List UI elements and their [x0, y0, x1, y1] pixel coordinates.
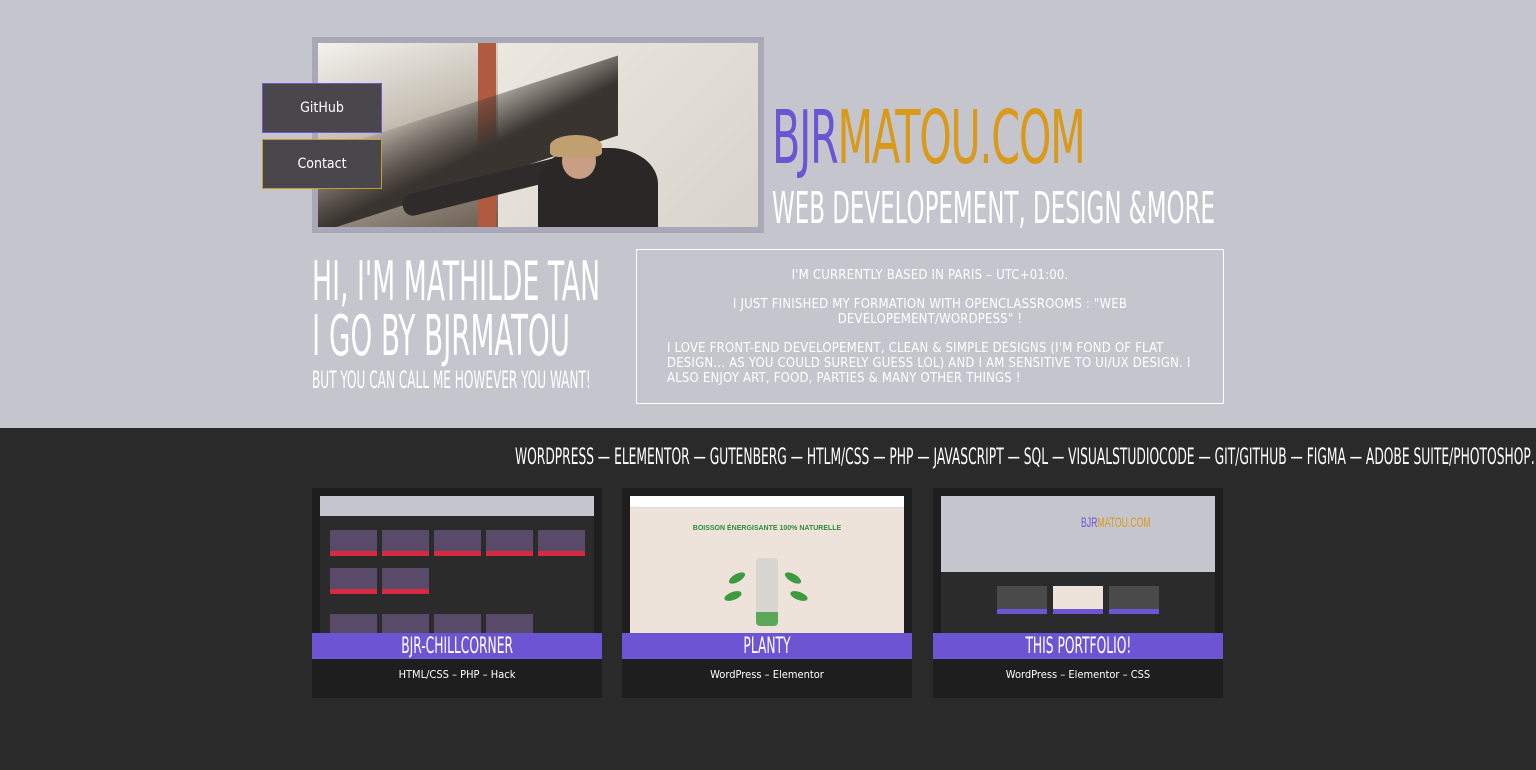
project-card-planty[interactable]: BOISSON ÉNERGISANTE 100% NATURELLE PLANT… [622, 488, 912, 698]
project-title-bar: THIS PORTFOLIO! [933, 633, 1223, 659]
project-tech: WordPress – Elementor – CSS [1005, 668, 1151, 681]
planty-screenshot-icon: BOISSON ÉNERGISANTE 100% NATURELLE [630, 496, 904, 633]
project-tech: WordPress – Elementor [710, 668, 824, 681]
about-interests: I love front-end developement, clean & s… [667, 341, 1191, 386]
about-box: I'm currently based in Paris – UTC+01:00… [636, 249, 1224, 404]
project-title: PLANTY [743, 633, 791, 659]
github-button[interactable]: GitHub [262, 83, 382, 133]
planty-thumb-text: BOISSON ÉNERGISANTE 100% NATURELLE [692, 525, 842, 532]
profile-photo [318, 43, 758, 227]
profile-photo-frame [312, 37, 764, 233]
project-card-portfolio[interactable]: BJRMATOU.COM THIS PORTFOLIO! WordPress –… [933, 488, 1223, 698]
projects-section: WORDPRESS — ELEMENTOR — GUTENBERG — HTLM… [0, 428, 1536, 770]
intro-line-2: I GO BY BJRMATOU [312, 304, 571, 369]
intro-line-1: HI, I'M MATHILDE TAN [312, 250, 601, 313]
brand-part-1: BJR [772, 95, 839, 181]
project-title: BJR-CHILLCORNER [401, 633, 513, 659]
hero-section: GitHub Contact BJRMATOU.COM WEB DEVELOPE… [0, 0, 1536, 428]
contact-button[interactable]: Contact [262, 139, 382, 189]
mini-brand-part-2: MATOU.COM [1097, 514, 1151, 530]
mini-brand-part-1: BJR [1081, 514, 1098, 530]
project-card-chillcorner[interactable]: BJR-CHILLCORNER HTML/CSS – PHP – Hack [312, 488, 602, 698]
site-brand: BJRMATOU.COM [772, 95, 1086, 181]
skills-marquee: WORDPRESS — ELEMENTOR — GUTENBERG — HTLM… [515, 445, 1536, 470]
about-formation: I just finished my formation with OpenCl… [732, 297, 1128, 327]
project-tech: HTML/CSS – PHP – Hack [398, 668, 516, 681]
intro-line-3: BUT YOU CAN CALL ME HOWEVER YOU WANT! [312, 366, 591, 394]
brand-part-2: MATOU.COM [837, 95, 1085, 181]
about-location: I'm currently based in Paris – UTC+01:00… [791, 268, 1069, 283]
project-title-bar: PLANTY [622, 633, 912, 659]
portfolio-screenshot-icon: BJRMATOU.COM [941, 496, 1215, 633]
project-title-bar: BJR-CHILLCORNER [312, 633, 602, 659]
project-title: THIS PORTFOLIO! [1025, 633, 1131, 659]
chillcorner-screenshot-icon [320, 496, 594, 633]
site-tagline: WEB DEVELOPEMENT, DESIGN &MORE [772, 183, 1216, 234]
